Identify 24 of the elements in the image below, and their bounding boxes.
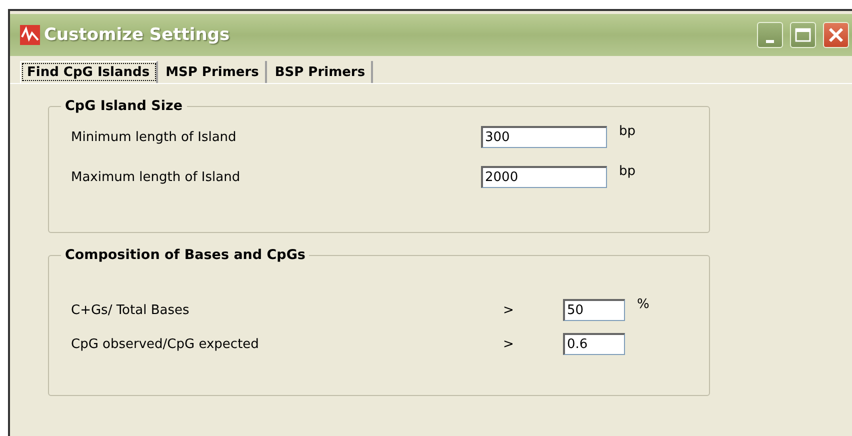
tab[interactable]: Find CpG Islands: [20, 61, 158, 83]
field-label: C+Gs/ Total Bases: [71, 302, 190, 318]
unit-label: bp: [619, 124, 636, 139]
group-title: CpG Island Size: [64, 98, 184, 114]
input-field[interactable]: 300: [481, 126, 607, 148]
maximize-button[interactable]: [790, 22, 816, 48]
comparator-text: >: [503, 302, 515, 318]
close-button[interactable]: [823, 22, 849, 48]
maximize-icon: [795, 28, 811, 42]
field-label: Maximum length of Island: [71, 170, 242, 184]
field-label: Minimum length of Island: [71, 130, 238, 144]
unit-label: %: [637, 297, 650, 312]
minimize-button[interactable]: [757, 22, 783, 48]
window-title: Customize Settings: [44, 25, 231, 45]
minimize-icon: [766, 40, 774, 42]
input-field[interactable]: 50: [563, 299, 625, 321]
group-title: Composition of Bases and CpGs: [64, 247, 306, 263]
input-field[interactable]: 0.6: [563, 333, 625, 355]
unit-label: bp: [619, 164, 636, 179]
field-label: CpG observed/CpG expected: [71, 336, 260, 352]
close-icon: [828, 27, 844, 43]
comparator-text: >: [503, 336, 515, 352]
input-field[interactable]: 2000: [481, 166, 607, 188]
app-icon: [20, 25, 40, 45]
